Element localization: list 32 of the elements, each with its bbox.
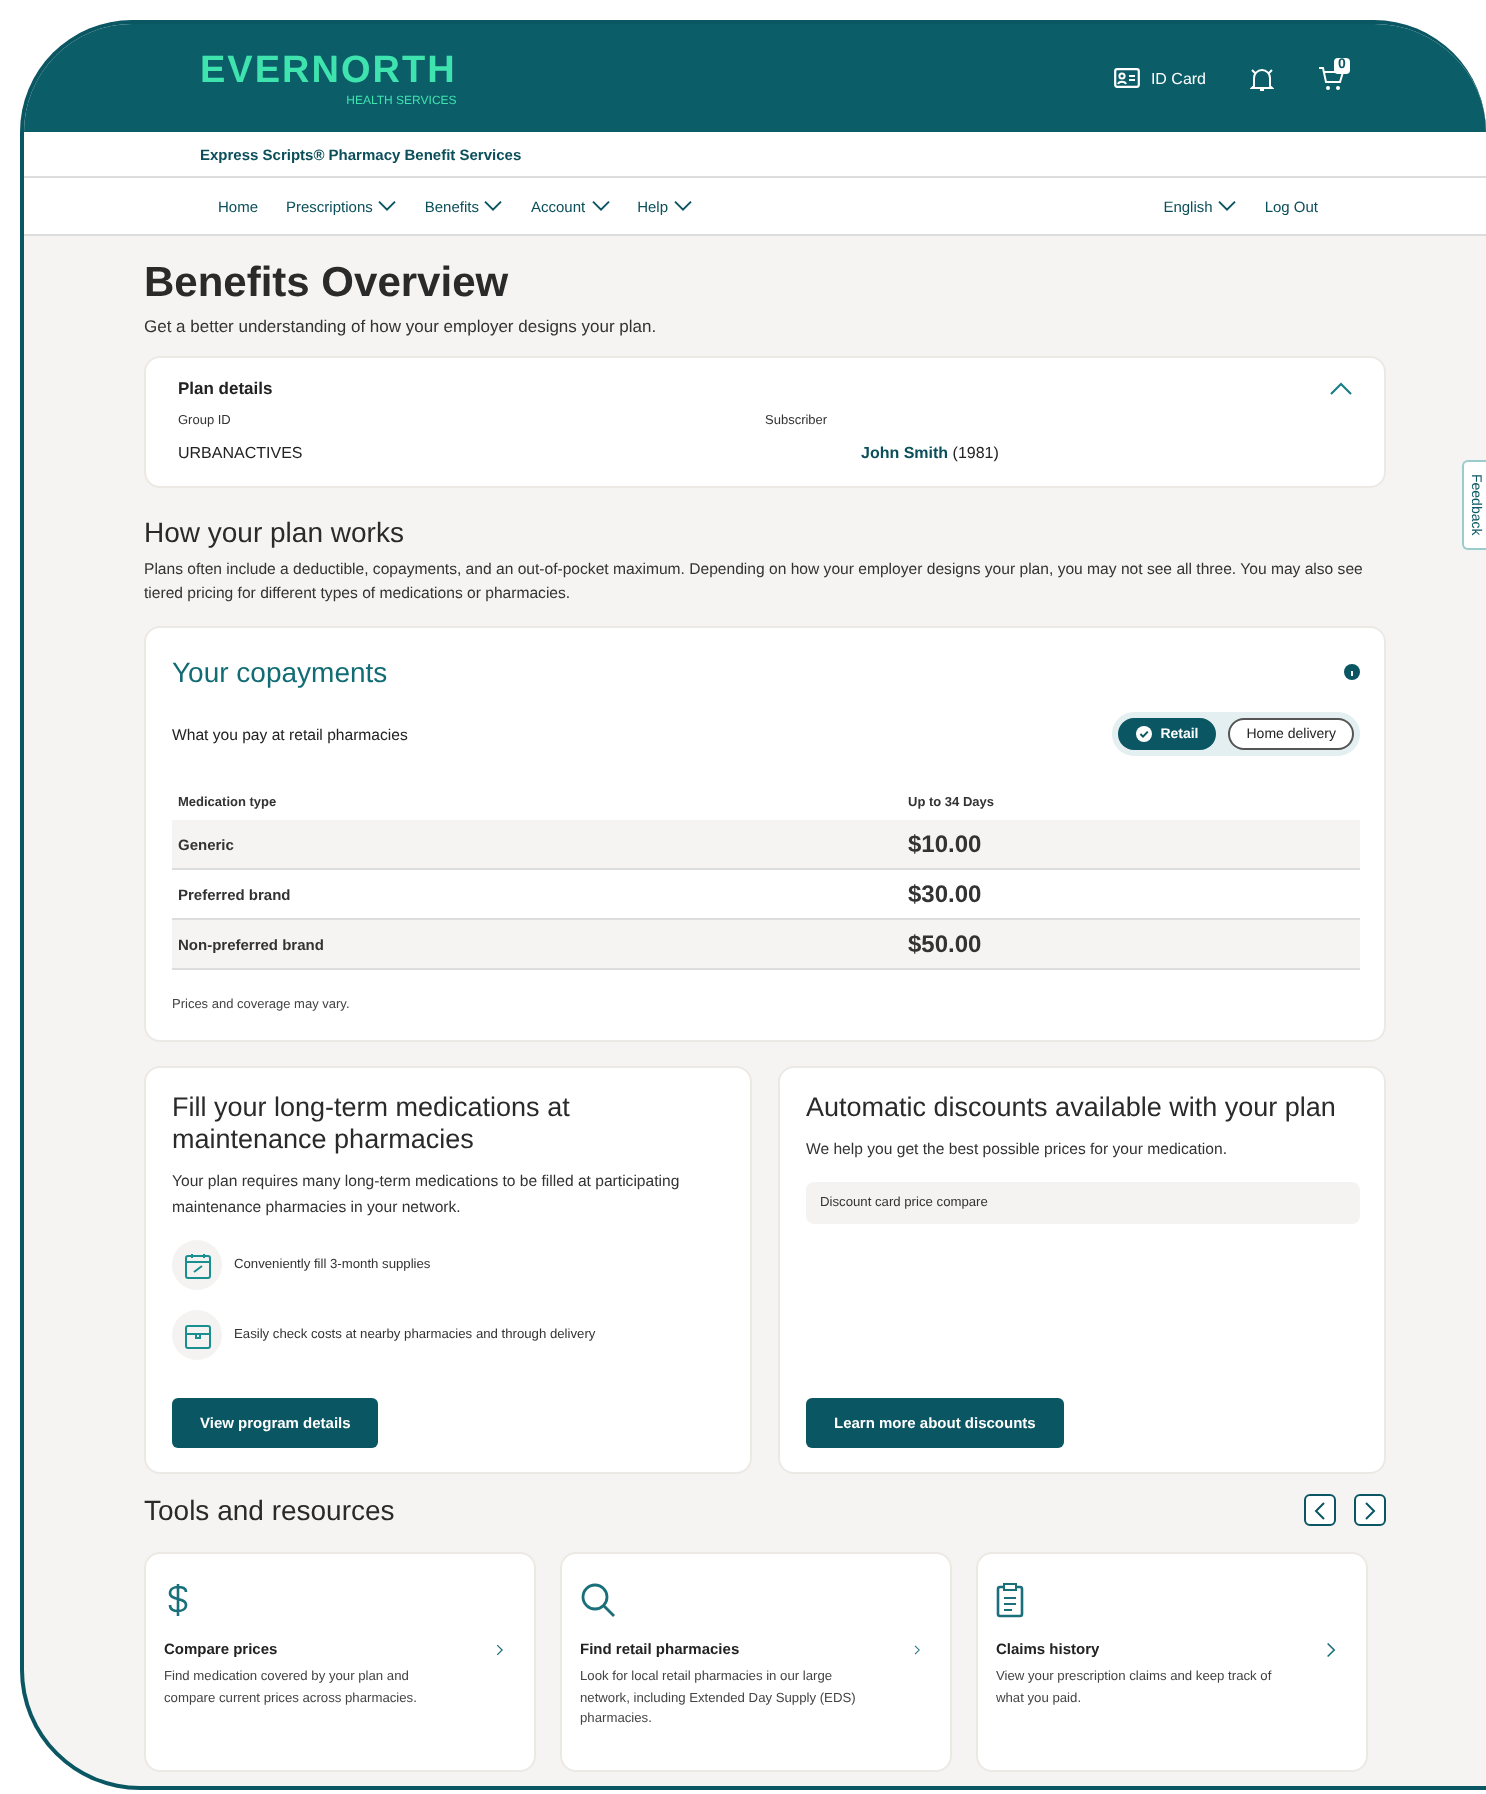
page-subtitle: Get a better understanding of how your employer designs your plan. (144, 316, 659, 336)
previous-button[interactable] (1304, 1494, 1336, 1526)
page-title: Benefits Overview (144, 260, 511, 308)
chevron-right-icon (1326, 1640, 1336, 1660)
card-title: Plan details (178, 378, 273, 398)
id-card-icon (1114, 68, 1141, 88)
table-cell-text: $50.00 (908, 930, 984, 958)
table-cell-text: $10.00 (908, 830, 984, 858)
dollar-icon (164, 1582, 192, 1618)
calendar-icon (183, 1251, 211, 1279)
card-title: Automatic discounts available with your plan (806, 1092, 1338, 1124)
id-card-link[interactable]: ID Card (1114, 68, 1206, 88)
clipboard-icon (996, 1582, 1024, 1618)
check-circle-icon (1136, 726, 1153, 742)
collapse-chevron-icon[interactable] (1330, 381, 1352, 395)
chevron-right-icon (1364, 1501, 1376, 1519)
search-icon (580, 1582, 616, 1618)
table-cell-text: $30.00 (908, 880, 984, 908)
chevron-right-icon (496, 1640, 504, 1660)
cart-icon (1318, 65, 1346, 91)
section-heading: How your plan works (144, 516, 406, 548)
notification-bell-icon[interactable] (1250, 65, 1274, 91)
chevron-right-icon (913, 1640, 920, 1660)
chevron-left-icon (1314, 1501, 1326, 1519)
card-title: Fill your long-term medications at maintenance pharmacies (172, 1092, 572, 1156)
field-value: John Smith (1981) (859, 444, 1001, 462)
package-icon (183, 1321, 211, 1349)
info-icon[interactable] (1344, 664, 1360, 680)
next-button[interactable] (1354, 1494, 1386, 1526)
card-title: Your copayments (172, 656, 388, 688)
section-heading: Tools and resources (144, 1494, 395, 1526)
field-value: URBANACTIVES (178, 444, 305, 462)
